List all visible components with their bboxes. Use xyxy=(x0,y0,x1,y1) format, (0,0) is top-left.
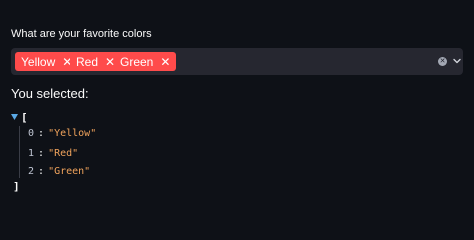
json-value: "Green" xyxy=(48,166,91,177)
clear-circle-icon[interactable]: ✕ xyxy=(438,57,447,66)
multiselect-label: What are your favorite colors xyxy=(11,28,152,40)
tag-green[interactable]: Green ✕ xyxy=(114,52,177,71)
json-item: 0: "Yellow" xyxy=(28,128,97,139)
tag-label: Red xyxy=(76,54,99,69)
json-value: "Red" xyxy=(48,148,79,159)
selected-heading: You selected: xyxy=(11,86,89,101)
json-item: 1: "Red" xyxy=(28,148,79,159)
tag-label: Green xyxy=(120,54,154,69)
tag-label: Yellow xyxy=(21,54,56,69)
json-index: 2 xyxy=(28,166,35,177)
json-index: 1 xyxy=(28,148,35,159)
indent-guide xyxy=(19,126,20,178)
collapse-triangle-icon[interactable] xyxy=(11,114,18,120)
json-index: 0 xyxy=(28,128,35,139)
open-bracket: [ xyxy=(21,111,28,124)
json-value: "Yellow" xyxy=(48,128,97,139)
close-bracket: ] xyxy=(13,180,20,193)
json-item: 2: "Green" xyxy=(28,166,91,177)
color-multiselect[interactable]: Yellow ✕ Red ✕ Green ✕ ✕ xyxy=(11,48,463,75)
close-icon[interactable]: ✕ xyxy=(160,56,170,68)
tag-yellow[interactable]: Yellow ✕ xyxy=(15,52,79,71)
chevron-down-icon[interactable] xyxy=(453,57,461,65)
